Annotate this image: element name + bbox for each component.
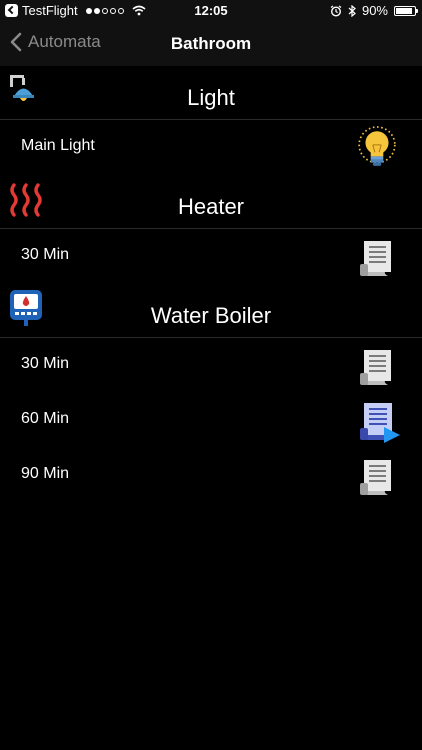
- status-right: 90%: [330, 3, 418, 18]
- section-title-heater: Heater: [177, 194, 245, 219]
- lightbulb-icon[interactable]: [356, 126, 398, 170]
- list-item-label: 60 Min: [21, 410, 70, 427]
- list-item-label: Main Light: [21, 137, 95, 154]
- navigation-bar: Automata Bathroom: [0, 22, 422, 66]
- script-icon[interactable]: [358, 238, 398, 278]
- section-title-water-boiler: Water Boiler: [150, 303, 272, 328]
- script-run-icon[interactable]: [358, 401, 402, 445]
- list-item-label: 30 Min: [21, 246, 70, 263]
- page-title: Bathroom: [170, 34, 252, 53]
- automata-list: Light Main Light Heater 30 Min Water Boi…: [0, 66, 422, 503]
- section-header-water-boiler: Water Boiler: [0, 284, 422, 338]
- battery-icon: [394, 5, 418, 16]
- script-icon[interactable]: [358, 457, 398, 497]
- script-icon[interactable]: [358, 347, 398, 387]
- bluetooth-icon: [348, 4, 356, 17]
- list-item-boiler-30[interactable]: 30 Min: [0, 338, 422, 393]
- section-header-light: Light: [0, 66, 422, 120]
- list-item-boiler-60[interactable]: 60 Min: [0, 393, 422, 448]
- status-bar: TestFlight 12:05 90%: [0, 0, 422, 22]
- section-title-light: Light: [187, 85, 235, 110]
- list-item-heater-30[interactable]: 30 Min: [0, 229, 422, 284]
- list-item-boiler-90[interactable]: 90 Min: [0, 448, 422, 503]
- battery-percent: 90%: [361, 3, 388, 18]
- list-item-main-light[interactable]: Main Light: [0, 120, 422, 175]
- list-item-label: 90 Min: [21, 465, 70, 482]
- list-item-label: 30 Min: [21, 355, 70, 372]
- section-header-heater: Heater: [0, 175, 422, 229]
- alarm-icon: [330, 4, 342, 17]
